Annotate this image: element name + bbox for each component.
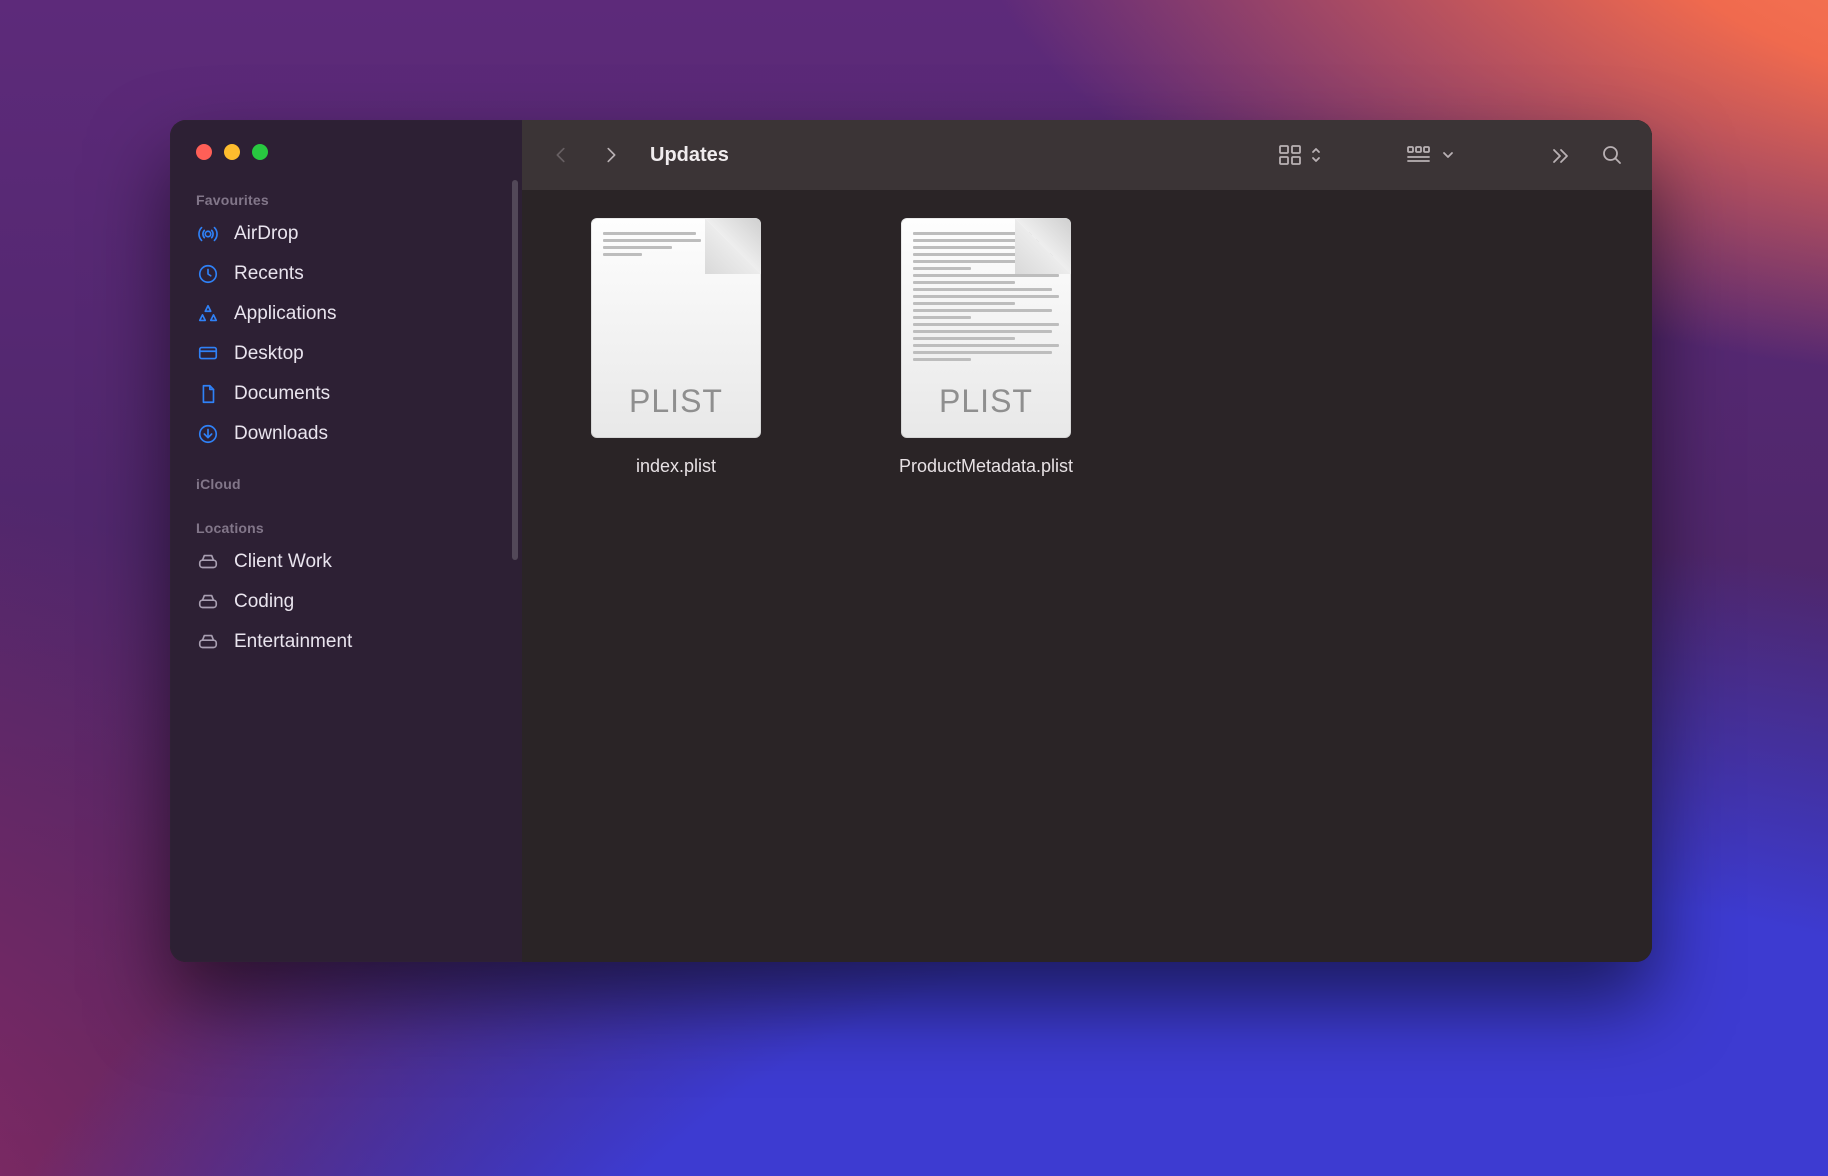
sidebar-item-label: Client Work xyxy=(234,551,332,573)
sidebar-item-label: Entertainment xyxy=(234,631,352,653)
download-icon xyxy=(196,422,220,446)
sidebar-item-label: Documents xyxy=(234,383,330,405)
sidebar-item-label: Recents xyxy=(234,263,304,285)
sidebar-item-label: Downloads xyxy=(234,423,328,445)
sidebar-item-label: Coding xyxy=(234,591,294,613)
forward-button[interactable] xyxy=(594,140,628,170)
sidebar-item-documents[interactable]: Documents xyxy=(170,374,522,414)
sidebar-header-locations: Locations xyxy=(170,510,522,542)
sidebar-item-label: AirDrop xyxy=(234,223,298,245)
sidebar-item-airdrop[interactable]: AirDrop xyxy=(170,214,522,254)
drive-icon xyxy=(196,630,220,654)
desktop-icon xyxy=(196,342,220,366)
folder-title: Updates xyxy=(650,144,729,167)
airdrop-icon xyxy=(196,222,220,246)
drive-icon xyxy=(196,550,220,574)
sidebar-scrollbar[interactable] xyxy=(512,180,518,560)
sidebar-item-label: Desktop xyxy=(234,343,304,365)
drive-icon xyxy=(196,590,220,614)
file-type-label: PLIST xyxy=(901,383,1071,420)
document-icon xyxy=(196,382,220,406)
main-area: Updates xyxy=(522,120,1652,962)
close-button[interactable] xyxy=(196,144,212,160)
file-name: index.plist xyxy=(636,456,716,477)
search-button[interactable] xyxy=(1594,139,1630,171)
file-item[interactable]: PLIST index.plist xyxy=(556,218,796,477)
sidebar-item-downloads[interactable]: Downloads xyxy=(170,414,522,454)
plist-file-icon: PLIST xyxy=(591,218,761,438)
sidebar-item-client-work[interactable]: Client Work xyxy=(170,542,522,582)
file-grid: PLIST index.plist PLIST ProductMet xyxy=(522,190,1652,962)
finder-window: Favourites AirDrop Recents Applications … xyxy=(170,120,1652,962)
applications-icon xyxy=(196,302,220,326)
sidebar-header-favourites: Favourites xyxy=(170,182,522,214)
sidebar-item-desktop[interactable]: Desktop xyxy=(170,334,522,374)
file-name: ProductMetadata.plist xyxy=(899,456,1073,477)
file-item[interactable]: PLIST ProductMetadata.plist xyxy=(866,218,1106,477)
sidebar: Favourites AirDrop Recents Applications … xyxy=(170,120,522,962)
view-mode-button[interactable] xyxy=(1272,140,1328,170)
sidebar-header-icloud: iCloud xyxy=(170,466,522,498)
group-by-button[interactable] xyxy=(1400,140,1460,170)
sidebar-item-coding[interactable]: Coding xyxy=(170,582,522,622)
file-type-label: PLIST xyxy=(591,383,761,420)
zoom-button[interactable] xyxy=(252,144,268,160)
window-controls xyxy=(170,144,522,182)
more-toolbar-button[interactable] xyxy=(1542,140,1578,170)
minimize-button[interactable] xyxy=(224,144,240,160)
sidebar-item-applications[interactable]: Applications xyxy=(170,294,522,334)
back-button[interactable] xyxy=(544,140,578,170)
toolbar: Updates xyxy=(522,120,1652,190)
sidebar-item-recents[interactable]: Recents xyxy=(170,254,522,294)
sidebar-item-entertainment[interactable]: Entertainment xyxy=(170,622,522,662)
plist-file-icon: PLIST xyxy=(901,218,1071,438)
clock-icon xyxy=(196,262,220,286)
sidebar-item-label: Applications xyxy=(234,303,336,325)
